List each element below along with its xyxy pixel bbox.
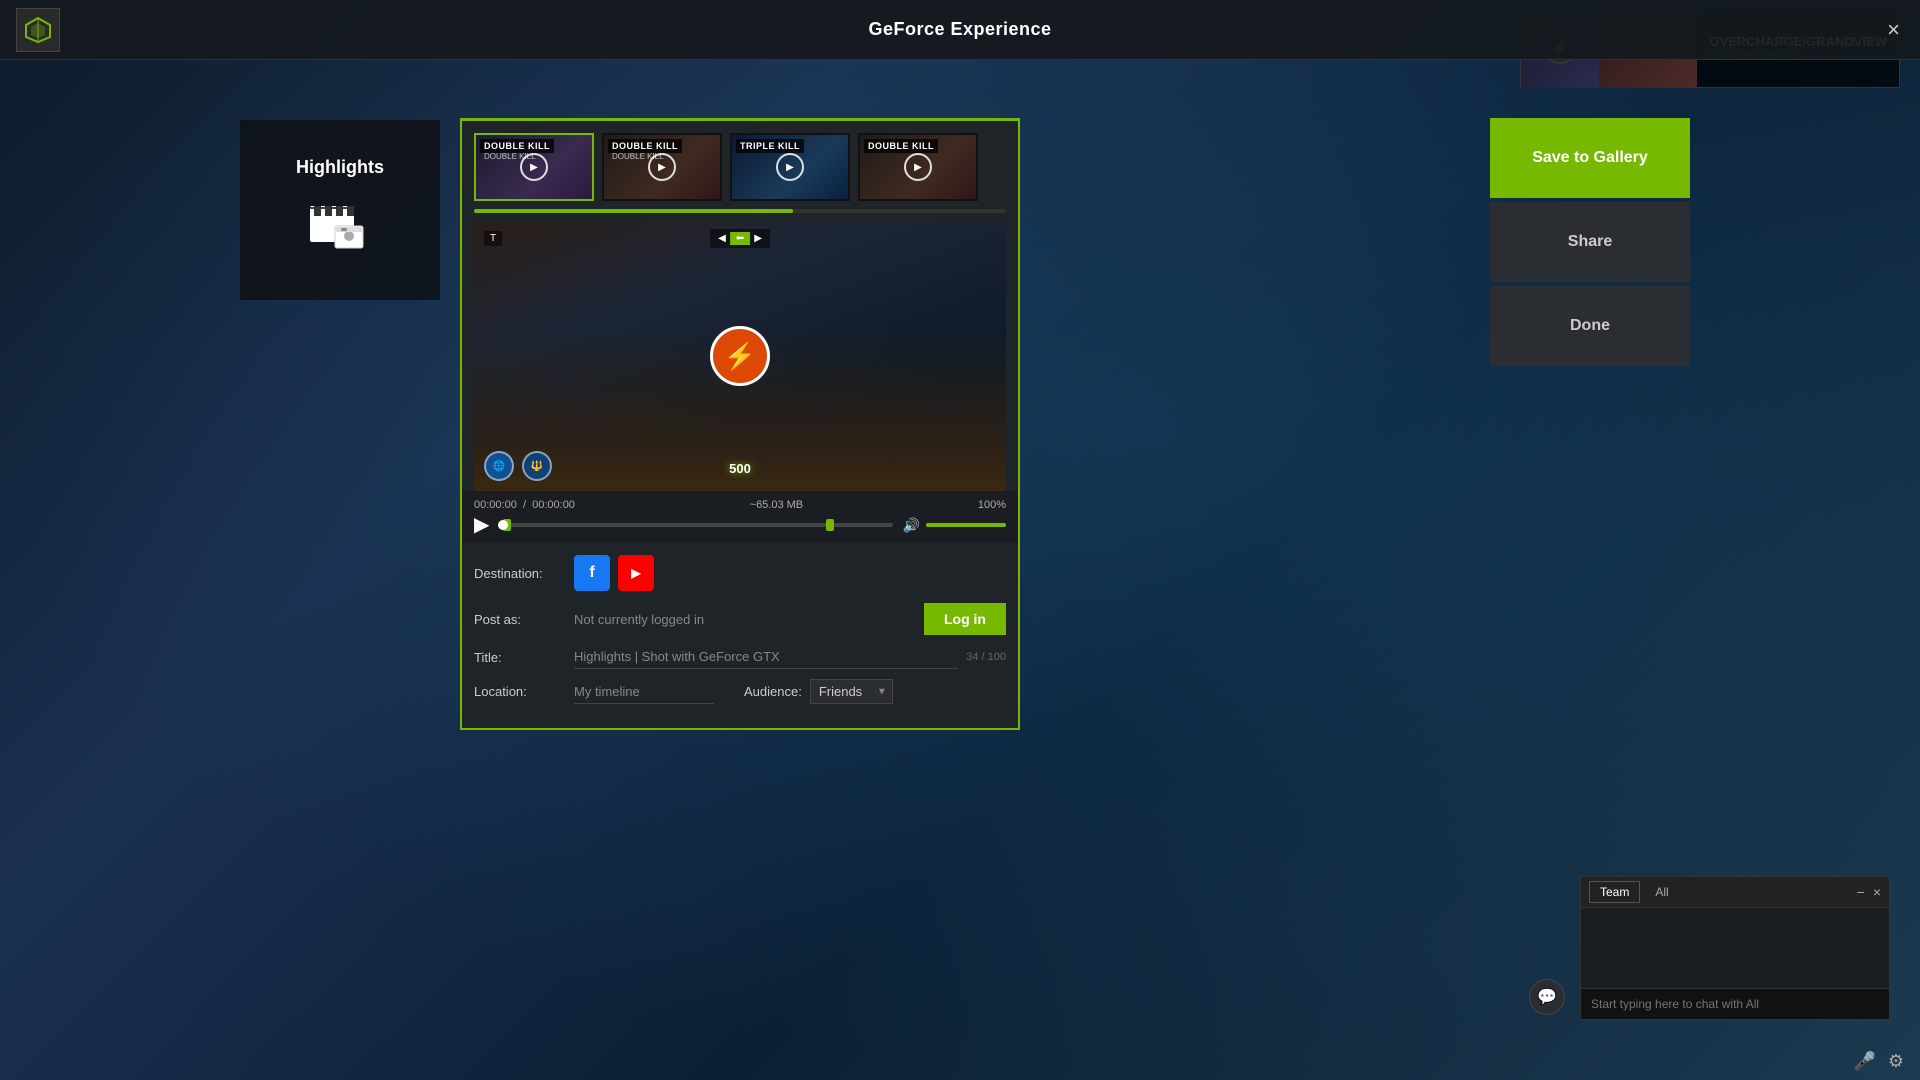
- post-as-row: Post as: Not currently logged in Log in: [474, 603, 1006, 635]
- highlights-label: Highlights: [296, 157, 384, 178]
- thumbnail-3-label: TRIPLE KILL: [736, 139, 804, 153]
- app-logo: [16, 8, 60, 52]
- destination-label: Destination:: [474, 566, 574, 581]
- highlights-panel: Highlights: [240, 120, 440, 300]
- hud-icon-2: 🔱: [522, 451, 552, 481]
- share-button[interactable]: Share: [1490, 202, 1690, 282]
- audience-select[interactable]: Friends Public Only me: [810, 679, 893, 704]
- system-tray: 🎤 ⚙: [1853, 1051, 1904, 1072]
- audience-label: Audience:: [744, 684, 802, 699]
- controls-row: ▶ 🔊: [474, 515, 1006, 535]
- volume-track[interactable]: [926, 523, 1006, 527]
- volume-icon: 🔊: [903, 517, 920, 534]
- volume-section: 🔊: [903, 517, 1006, 534]
- thumbnail-1[interactable]: DOUBLE KILL DOUBLE KILL ▶: [474, 133, 594, 201]
- settings-icon[interactable]: ⚙: [1888, 1051, 1904, 1072]
- thumbnail-scrollbar[interactable]: [474, 209, 1006, 213]
- thumbnail-3[interactable]: TRIPLE KILL ▶: [730, 133, 850, 201]
- app-title: GeForce Experience: [868, 19, 1051, 40]
- not-logged-in-text: Not currently logged in: [574, 612, 916, 627]
- post-as-label: Post as:: [474, 612, 574, 627]
- title-input[interactable]: [574, 645, 958, 669]
- controls-time: 00:00:00 / 00:00:00: [474, 499, 575, 511]
- title-label: Title:: [474, 650, 574, 665]
- save-to-gallery-button[interactable]: Save to Gallery: [1490, 118, 1690, 198]
- chat-minimize-button[interactable]: −: [1857, 884, 1865, 900]
- destination-row: Destination: f ▶: [474, 555, 1006, 591]
- chat-bubble-area: 💬: [1529, 979, 1565, 1015]
- done-button[interactable]: Done: [1490, 286, 1690, 366]
- player-controls: 00:00:00 / 00:00:00 ~65.03 MB 100% ▶ 🔊: [462, 491, 1018, 543]
- login-button[interactable]: Log in: [924, 603, 1006, 635]
- thumbnails-strip: DOUBLE KILL DOUBLE KILL ▶ DOUBLE KILL DO…: [462, 121, 1018, 209]
- chat-controls: − ×: [1857, 884, 1881, 900]
- location-row: Location: Audience: Friends Public Only …: [474, 679, 1006, 704]
- location-label: Location:: [474, 684, 574, 699]
- chat-body: [1581, 908, 1889, 988]
- controls-quality: 100%: [978, 499, 1006, 511]
- title-char-count: 34 / 100: [966, 651, 1006, 663]
- thumbnail-3-play[interactable]: ▶: [776, 153, 804, 181]
- thumbnail-2[interactable]: DOUBLE KILL DOUBLE KILL ▶: [602, 133, 722, 201]
- chat-panel: Team All − ×: [1580, 876, 1890, 1020]
- top-bar: GeForce Experience ×: [0, 0, 1920, 60]
- chat-tabs: Team All: [1589, 881, 1680, 903]
- video-hud: ◀⬅▶: [710, 229, 770, 248]
- thumbnail-1-play[interactable]: ▶: [520, 153, 548, 181]
- location-input[interactable]: [574, 680, 714, 704]
- controls-timeline-info: 00:00:00 / 00:00:00 ~65.03 MB 100%: [474, 499, 1006, 511]
- youtube-icon: ▶: [631, 566, 640, 580]
- timeline-track[interactable]: [499, 523, 892, 527]
- timeline-handle[interactable]: [498, 520, 508, 530]
- highlights-icon: [305, 194, 375, 263]
- hud-timer: 500: [729, 461, 751, 476]
- share-section: Destination: f ▶ Post as: Not currently …: [462, 543, 1018, 728]
- chat-header: Team All − ×: [1581, 877, 1889, 908]
- thumbnail-2-play[interactable]: ▶: [648, 153, 676, 181]
- hud-icon-1: 🌐: [484, 451, 514, 481]
- title-row: Title: 34 / 100: [474, 645, 1006, 669]
- play-button[interactable]: ▶: [474, 515, 489, 535]
- thumbnail-4-play[interactable]: ▶: [904, 153, 932, 181]
- thumbnail-4-label: DOUBLE KILL: [864, 139, 938, 153]
- chat-input[interactable]: [1581, 988, 1889, 1019]
- audience-select-wrapper: Friends Public Only me ▼: [802, 679, 893, 704]
- video-content: ◀⬅▶ ⚡ 🌐 🔱 500 T: [474, 221, 1006, 491]
- hud-bottom-left: 🌐 🔱: [484, 451, 552, 481]
- controls-size: ~65.03 MB: [750, 499, 804, 511]
- volume-fill: [926, 523, 1006, 527]
- chat-tab-all[interactable]: All: [1644, 881, 1679, 903]
- timeline-trim-right[interactable]: [826, 519, 834, 531]
- main-modal: DOUBLE KILL DOUBLE KILL ▶ DOUBLE KILL DO…: [460, 118, 1020, 730]
- chat-tab-team[interactable]: Team: [1589, 881, 1640, 903]
- close-button[interactable]: ×: [1887, 19, 1900, 41]
- action-panel: Save to Gallery Share Done: [1490, 118, 1690, 370]
- chat-close-button[interactable]: ×: [1873, 884, 1881, 900]
- thumbnail-4[interactable]: DOUBLE KILL ▶: [858, 133, 978, 201]
- chat-bubble-button[interactable]: 💬: [1529, 979, 1565, 1015]
- microphone-icon[interactable]: 🎤: [1853, 1051, 1875, 1072]
- video-player: ◀⬅▶ ⚡ 🌐 🔱 500 T: [474, 221, 1006, 491]
- hud-health: T: [484, 231, 502, 246]
- video-center-icon: ⚡: [710, 326, 770, 386]
- facebook-button[interactable]: f: [574, 555, 610, 591]
- thumbnail-scrollbar-thumb: [474, 209, 793, 213]
- youtube-button[interactable]: ▶: [618, 555, 654, 591]
